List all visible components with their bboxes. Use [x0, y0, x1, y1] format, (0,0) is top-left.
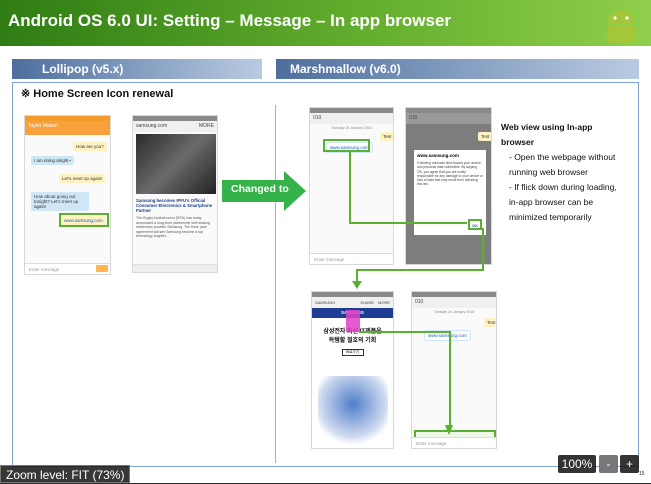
- article-body: The Rugby football union (RFU) has today…: [136, 216, 210, 238]
- page-button[interactable]: 바로가기: [341, 349, 364, 356]
- marshmallow-dialog-screen: 010 Test www.samsung.com Following unkno…: [405, 107, 492, 265]
- date-label: Tuesday 24 January 2016: [433, 310, 475, 314]
- message-input[interactable]: Enter message: [412, 437, 496, 448]
- message-bubble: How about going out tonight? Let's meet …: [31, 192, 89, 211]
- test-message: Test: [478, 132, 491, 141]
- description-bullet: - If flick down during loading, in-app b…: [509, 182, 617, 222]
- zoom-100-button[interactable]: 100%: [558, 455, 596, 473]
- marshmallow-header: Marshmallow (v6.0): [276, 59, 639, 79]
- link-highlight: [323, 139, 370, 152]
- connector-line: [482, 228, 484, 271]
- connector-arrowhead: [352, 281, 362, 289]
- message-bubble: Let's meet up again!: [59, 174, 106, 183]
- connector-line: [356, 269, 484, 271]
- changed-to-label: Changed to: [231, 183, 289, 195]
- test-message: Test: [484, 318, 496, 327]
- article-title: Samsung becomes IPFU's Official Consumer…: [136, 198, 213, 213]
- browser-bar[interactable]: SAMSUNG MORE SHARE: [312, 297, 393, 308]
- date-label: Tuesday 24 January 2016: [331, 126, 372, 130]
- message-input[interactable]: Enter message: [310, 253, 393, 264]
- divider: [275, 105, 276, 463]
- zoom-out-button[interactable]: -: [599, 455, 618, 473]
- link-highlight: [59, 213, 109, 227]
- ok-highlight: [468, 219, 482, 230]
- zoom-level-indicator: Zoom level: FIT (73%): [0, 465, 131, 483]
- promo-image: [318, 376, 388, 446]
- magenta-marker: [346, 310, 360, 332]
- connector-line: [349, 151, 351, 224]
- connector-line: [349, 222, 467, 224]
- connector-line: [359, 331, 449, 333]
- phone-image: [136, 134, 216, 194]
- section-title: ※ Home Screen Icon renewal: [21, 88, 174, 100]
- test-message: Test: [380, 132, 393, 141]
- description-bullet: - Open the webpage without running web b…: [509, 152, 616, 177]
- sender-number: 010: [412, 297, 496, 308]
- zoom-in-button[interactable]: +: [620, 455, 639, 473]
- connector-line: [449, 331, 451, 426]
- contact-name: Taylor Mason: [25, 121, 110, 135]
- page-number: 15: [639, 471, 645, 477]
- lollipop-message-screen: Taylor Mason How are you? I am doing alr…: [24, 115, 111, 275]
- lollipop-header: Lollipop (v5.x): [12, 59, 262, 79]
- message-bubble: How are you?: [73, 142, 107, 151]
- dialog-title: www.samsung.com: [417, 153, 459, 158]
- message-bubble: I am doing alright~: [31, 156, 75, 165]
- lollipop-browser-screen: samsung.com MORE Samsung becomes IPFU's O…: [132, 115, 218, 273]
- title-bar: Android OS 6.0 UI: Setting – Message – I…: [0, 0, 651, 46]
- send-button[interactable]: [96, 265, 108, 272]
- marshmallow-inapp-browser-screen: SAMSUNGMORESHARE SAMSUNG 삼성전자 최신 IT제품을 득…: [311, 291, 394, 449]
- marshmallow-minimized-screen: 010 Tuesday 24 January 2016 Test www.sam…: [411, 291, 497, 449]
- marshmallow-message-screen: 010 Tuesday 24 January 2016 Test www.sam…: [309, 107, 394, 265]
- feature-description: Web view using In-app browser - Open the…: [501, 120, 621, 225]
- connector-arrowhead: [445, 425, 453, 435]
- browser-toolbar: [133, 264, 217, 272]
- sender-number: 010: [406, 113, 491, 124]
- android-robot-icon: [607, 4, 635, 43]
- sender-number: 010: [310, 113, 393, 124]
- browser-url-bar[interactable]: samsung.com MORE: [133, 121, 217, 132]
- slide-title: Android OS 6.0 UI: Setting – Message – I…: [8, 11, 452, 30]
- headline-2: 득템할 절호의 기회: [328, 338, 377, 344]
- dialog-body: Following unknown links leaves your devi…: [417, 161, 483, 187]
- description-heading: Web view using In-app browser: [501, 122, 593, 147]
- slide: Android OS 6.0 UI: Setting – Message – I…: [0, 0, 651, 483]
